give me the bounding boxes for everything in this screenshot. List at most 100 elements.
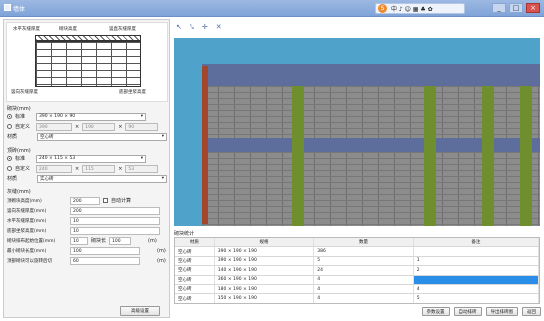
parameter-panel: 水平灰缝厚度 砌块高度 竖直灰缝厚度 竖向灰缝厚度 底部坐浆高度 砌块(mm) … [3, 19, 170, 318]
param-mid-input[interactable]: 100 [109, 236, 132, 245]
cell-count: 5 [314, 256, 414, 266]
top-material-select[interactable]: 实心砖 ▾ [37, 174, 167, 183]
chevron-down-icon: ▾ [161, 176, 164, 181]
window-controls: _ □ × [492, 3, 540, 13]
preview-panel: ↖ ⤥ ✛ ✕ 砌块统计 材质 规格 数量 备注 空心砖 390 × 190 ×… [172, 19, 541, 318]
column-header[interactable]: 备注 [413, 238, 539, 247]
block-material-select[interactable]: 空心砖 ▾ [37, 132, 167, 141]
block-standard-select[interactable]: 390 × 190 × 90 ▾ [36, 112, 146, 121]
param-settings-button[interactable]: 参数设置 [421, 307, 450, 316]
param-unit: (m) [148, 237, 157, 244]
ime-logo-icon[interactable]: S [378, 4, 387, 13]
structural-column [424, 86, 436, 226]
top-standard-value: 240 × 115 × 53 [39, 156, 76, 161]
param-input[interactable]: 200 [70, 196, 100, 205]
top-standard-radio[interactable] [7, 156, 12, 161]
param-label: 竖向灰缝厚度(mm) [7, 208, 47, 214]
minimize-button[interactable]: _ [492, 3, 506, 13]
cell-material: 空心砖 [175, 247, 215, 256]
structural-column [520, 86, 532, 226]
block-standard-radio[interactable] [7, 114, 12, 119]
table-row[interactable]: 空心砖 150 × 190 × 190 4 5 [175, 294, 539, 303]
block-custom-radio[interactable] [7, 124, 12, 129]
ime-toolbar[interactable]: S 中 ♪ ☺ ▦ ♣ ✿ [375, 3, 465, 14]
table-row-selected[interactable]: 空心砖 360 × 190 × 190 4 [175, 275, 539, 285]
param-input[interactable]: 10 [70, 226, 160, 235]
table-row[interactable]: 空心砖 140 × 190 × 190 24 2 [175, 266, 539, 276]
table-row[interactable]: 空心砖 180 × 190 × 190 4 4 [175, 284, 539, 295]
param-input[interactable]: 10 [70, 216, 160, 225]
cell-note: 2 [414, 266, 539, 275]
top-material-value: 实心砖 [40, 176, 54, 182]
top-custom-radio[interactable] [7, 166, 12, 171]
cell-note: 1 [414, 256, 539, 266]
maximize-button[interactable]: □ [509, 3, 523, 13]
auto-layout-button[interactable]: 自动排砖 [453, 307, 482, 316]
param-input[interactable]: 10 [70, 236, 88, 245]
advanced-settings-button[interactable]: 高级设置 [120, 306, 160, 316]
back-button[interactable]: 返回 [522, 307, 541, 316]
top-material-label: 材质 [7, 176, 18, 182]
column-header[interactable]: 材质 [175, 238, 215, 247]
block-material-label: 材质 [7, 134, 18, 140]
schematic-label: 水平灰缝厚度 [13, 27, 40, 32]
param-label: 顶砌块高度(mm) [7, 198, 42, 204]
table-header: 材质 规格 数量 备注 [175, 238, 539, 248]
table-row[interactable]: 空心砖 390 × 190 × 190 386 [175, 247, 539, 257]
wall-schematic: 水平灰缝厚度 砌块高度 竖直灰缝厚度 竖向灰缝厚度 底部坐浆高度 [6, 22, 168, 102]
top-custom-row: 自定义 240 × 115 × 53 [7, 164, 167, 173]
param-mid-label: 砌块长 [91, 238, 107, 244]
auto-calc-label: 自动计算 [111, 198, 132, 204]
schematic-label: 竖直灰缝厚度 [109, 27, 136, 32]
result-table: 材质 规格 数量 备注 空心砖 390 × 190 × 190 386 空心砖 … [174, 237, 540, 304]
top-material-row: 材质 实心砖 ▾ [7, 174, 167, 183]
column-header[interactable]: 规格 [214, 238, 315, 247]
schematic-label: 竖向灰缝厚度 [11, 90, 38, 95]
pick-icon[interactable]: ⤥ [190, 23, 194, 32]
delete-icon[interactable]: ✕ [216, 23, 222, 32]
schematic-brick-wall [35, 41, 141, 87]
param-input[interactable]: 60 [70, 256, 140, 265]
cell-count: 24 [314, 266, 414, 275]
ime-tools[interactable]: 中 ♪ ☺ ▦ ♣ ✿ [391, 4, 433, 13]
block-custom-label: 自定义 [15, 124, 31, 130]
param-label: 水平灰缝厚度(mm) [7, 218, 47, 224]
joint-section-title: 灰缝(mm) [7, 189, 31, 195]
cell-material: 空心砖 [175, 294, 215, 303]
param-row: 水平灰缝厚度(mm) 10 [7, 216, 167, 225]
top-standard-select[interactable]: 240 × 115 × 53 ▾ [36, 154, 146, 163]
block-material-row: 材质 空心砖 ▾ [7, 132, 167, 141]
top-block-section-title: 顶砖(mm) [7, 148, 31, 154]
cell-note [414, 247, 539, 256]
close-button[interactable]: × [526, 3, 540, 13]
block-width-input[interactable]: 90 [125, 122, 159, 131]
cell-spec: 360 × 190 × 190 [215, 275, 315, 284]
schematic-label: 砌块高度 [59, 27, 77, 32]
move-icon[interactable]: ↖ [176, 23, 182, 32]
chevron-down-icon: ▾ [161, 134, 164, 139]
block-height-input[interactable]: 190 [82, 122, 116, 131]
cell-count: 4 [314, 275, 414, 284]
param-input[interactable]: 100 [70, 246, 140, 255]
param-unit: (m) [157, 247, 166, 254]
cell-spec: 390 × 190 × 190 [215, 247, 315, 256]
param-row: 最小砌块长度(mm) 100 (m) [7, 246, 167, 255]
top-height-input[interactable]: 115 [82, 164, 116, 173]
cell-note [413, 275, 539, 284]
auto-calc-checkbox[interactable] [103, 198, 108, 203]
schematic-label: 底部坐浆高度 [119, 90, 146, 95]
cell-count: 4 [314, 284, 414, 294]
param-input[interactable]: 200 [70, 206, 160, 215]
column-header[interactable]: 数量 [314, 238, 414, 247]
top-width-input[interactable]: 53 [125, 164, 159, 173]
param-row: 顶砌块高度(mm) 200 自动计算 [7, 196, 167, 205]
add-icon[interactable]: ✛ [202, 23, 208, 32]
top-length-input[interactable]: 240 [36, 164, 72, 173]
block-length-input[interactable]: 390 [36, 122, 72, 131]
top-standard-label: 标准 [15, 156, 26, 162]
param-label: 最小砌块长度(mm) [7, 248, 47, 254]
app-icon [4, 4, 11, 11]
export-layout-button[interactable]: 导出排砖图 [485, 307, 518, 316]
wall-layout-canvas[interactable] [174, 38, 540, 226]
table-row[interactable]: 空心砖 390 × 190 × 190 5 1 [175, 256, 539, 267]
